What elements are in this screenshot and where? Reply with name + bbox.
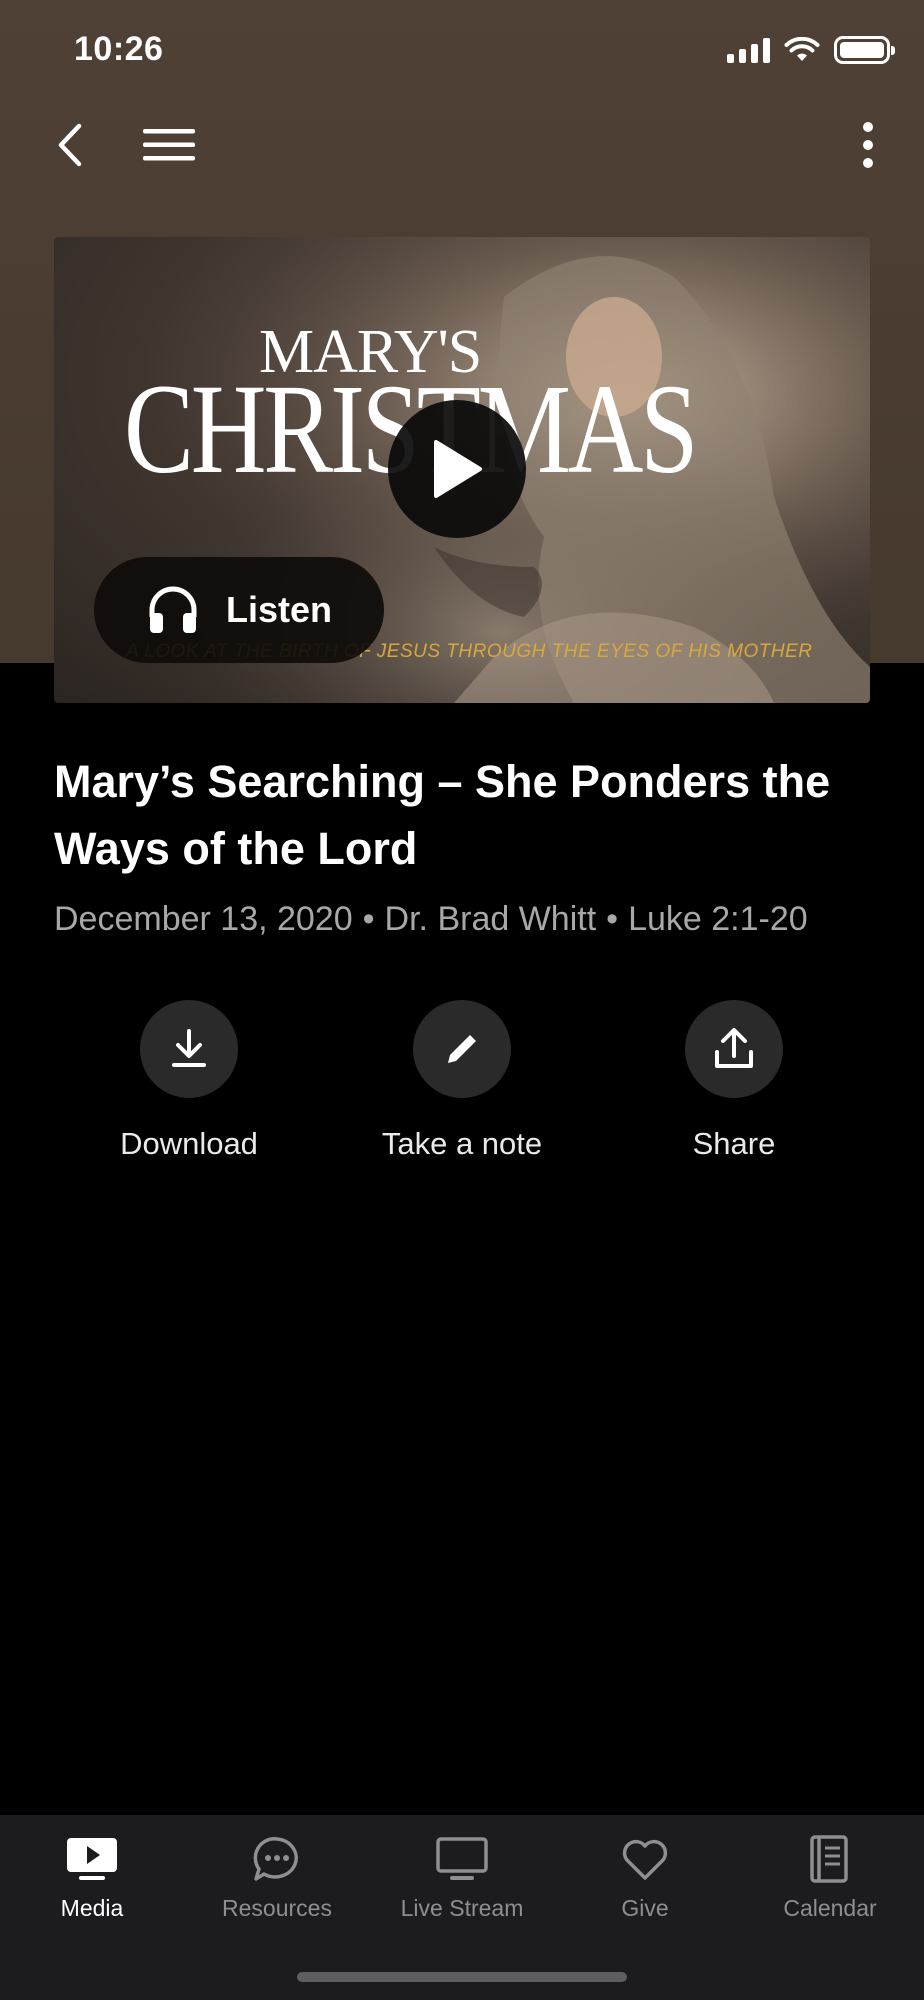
tab-media-label: Media <box>60 1895 124 1921</box>
take-a-note-button[interactable]: Take a note <box>342 1000 582 1162</box>
menu-button[interactable] <box>132 115 206 175</box>
vertical-ellipsis-icon <box>863 122 873 168</box>
home-indicator[interactable] <box>297 1972 627 1982</box>
meta-separator: • <box>362 900 375 938</box>
share-icon <box>715 1028 753 1068</box>
heart-icon <box>622 1839 668 1880</box>
take-a-note-circle[interactable] <box>413 1000 511 1098</box>
hamburger-menu-icon <box>143 129 195 161</box>
pencil-icon <box>448 1035 476 1063</box>
headphones-icon <box>149 586 197 633</box>
tab-live-stream[interactable]: Live Stream <box>370 1833 554 1922</box>
status-bar: 10:26 <box>0 0 924 100</box>
share-circle[interactable] <box>685 1000 783 1098</box>
status-time: 10:26 <box>74 30 164 68</box>
sermon-title: Mary’s Searching – She Ponders the Ways … <box>54 756 831 874</box>
battery-icon <box>834 36 895 64</box>
sermon-scripture: Luke 2:1-20 <box>628 900 808 938</box>
sermon-speaker: Dr. Brad Whitt <box>384 900 597 938</box>
tab-live-stream-label: Live Stream <box>400 1895 524 1921</box>
sermon-date: December 13, 2020 <box>54 900 353 938</box>
download-label: Download <box>120 1126 258 1161</box>
listen-label: Listen <box>226 589 333 630</box>
play-icon <box>434 440 482 498</box>
more-options-button[interactable] <box>838 115 898 175</box>
chat-bubble-icon <box>253 1837 298 1881</box>
download-circle[interactable] <box>140 1000 238 1098</box>
tab-give[interactable]: Give <box>553 1833 737 1922</box>
media-play-icon <box>67 1838 117 1880</box>
tab-media[interactable]: Media <box>0 1833 184 1922</box>
tab-resources[interactable]: Resources <box>185 1833 369 1922</box>
cellular-signal-icon <box>727 37 770 63</box>
monitor-icon <box>436 1837 488 1880</box>
tab-give-label: Give <box>621 1895 669 1921</box>
listen-button[interactable]: Listen <box>94 557 384 663</box>
chevron-left-icon <box>58 123 82 167</box>
take-a-note-label: Take a note <box>381 1126 543 1161</box>
sermon-meta: December 13, 2020 • Dr. Brad Whitt • Luke 2:… <box>54 900 808 939</box>
meta-separator: • <box>606 900 619 938</box>
share-button[interactable]: Share <box>614 1000 854 1162</box>
action-row: Download Take a note Share <box>0 1000 924 1170</box>
tab-resources-label: Resources <box>222 1895 332 1921</box>
book-icon <box>810 1835 848 1883</box>
status-icons <box>727 36 895 64</box>
share-label: Share <box>692 1126 776 1161</box>
tab-calendar-label: Calendar <box>783 1895 877 1921</box>
download-icon <box>172 1029 206 1067</box>
wifi-icon <box>784 36 820 61</box>
sermon-artwork[interactable]: MARY'S CHRISTMAS A LOOK AT THE BIRTH OF … <box>54 237 870 703</box>
top-nav <box>0 105 924 190</box>
back-button[interactable] <box>40 115 100 175</box>
download-button[interactable]: Download <box>69 1000 309 1162</box>
tab-calendar[interactable]: Calendar <box>738 1833 922 1922</box>
play-button[interactable] <box>388 400 526 538</box>
